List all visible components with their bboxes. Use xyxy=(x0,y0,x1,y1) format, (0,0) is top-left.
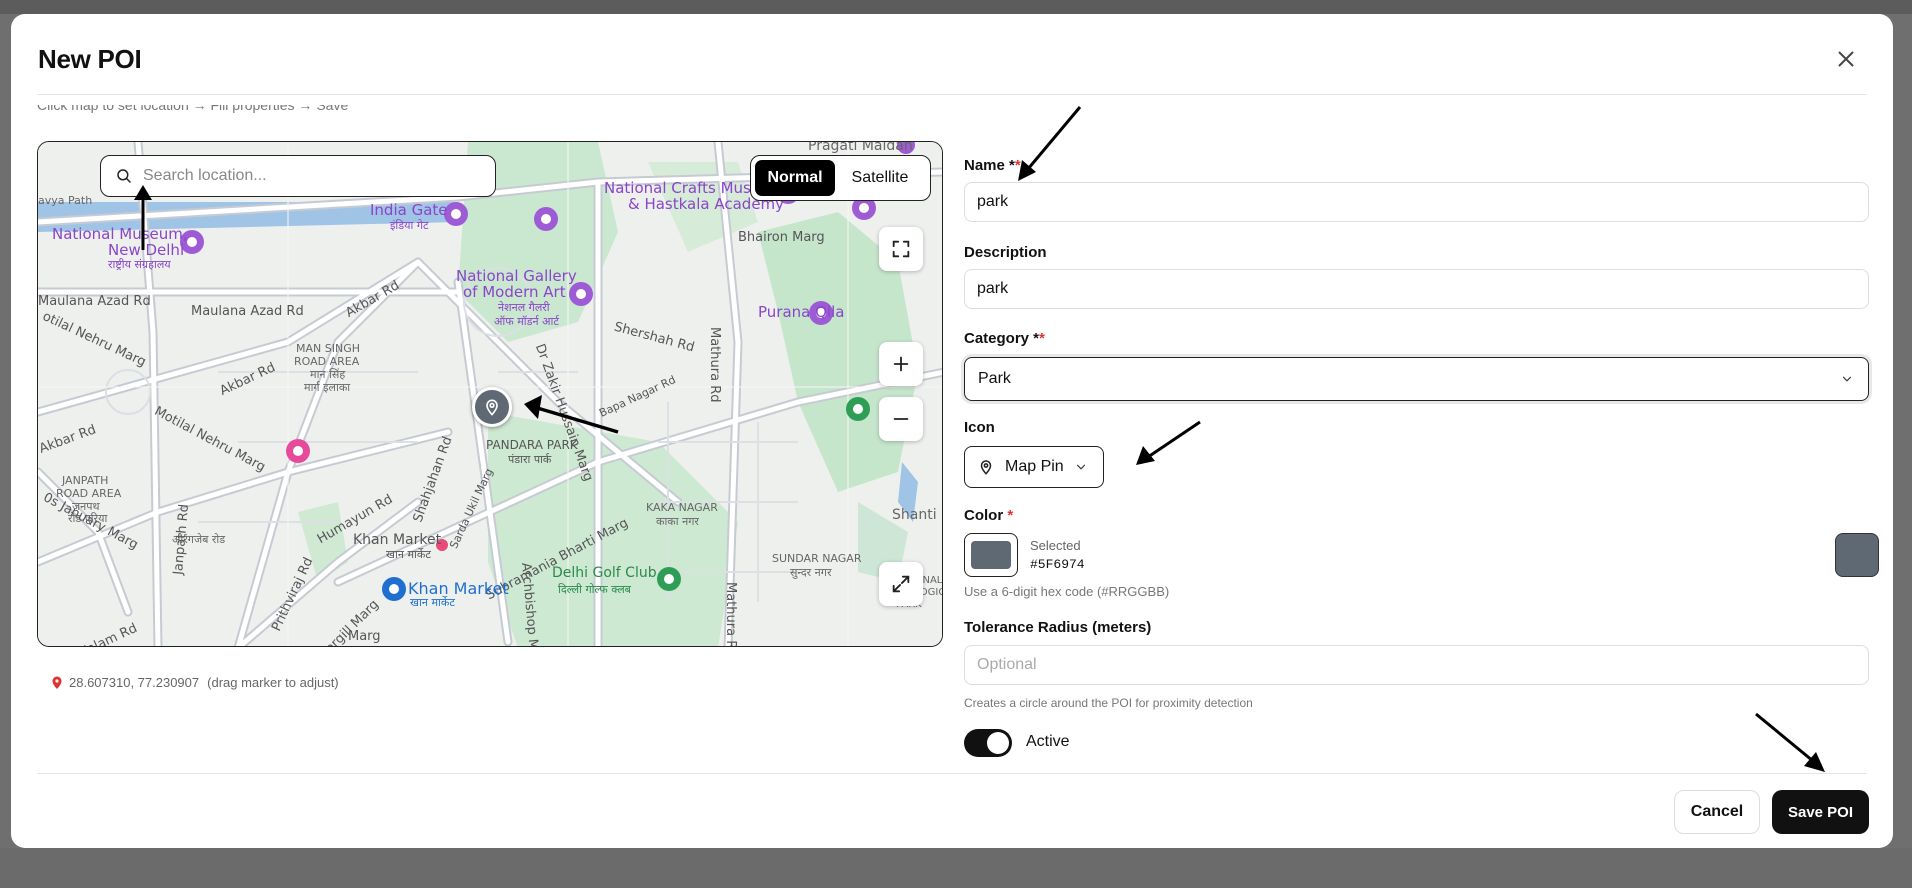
coordinates-hint: (drag marker to adjust) xyxy=(207,675,339,690)
map-label: इंडिया गेट xyxy=(390,219,429,232)
map-label: Khan Market xyxy=(353,532,442,548)
tolerance-hint: Creates a circle around the POI for prox… xyxy=(964,696,1253,710)
map-label: सुन्दर नगर xyxy=(790,566,832,579)
map-label: National Museum, xyxy=(52,225,188,243)
coordinates-value: 28.607310, 77.230907 xyxy=(69,675,200,690)
annotation-arrow xyxy=(1018,106,1082,181)
footer-divider xyxy=(37,773,1867,774)
active-toggle[interactable] xyxy=(964,729,1012,757)
map-label: Pragati Maidan xyxy=(808,141,913,154)
map-label: Mathura R xyxy=(723,582,738,647)
map-label: Maulana Azad Rd xyxy=(191,304,304,319)
description-input[interactable] xyxy=(964,269,1869,309)
plus-icon xyxy=(893,356,909,372)
map-label: JANPATH xyxy=(62,474,109,487)
color-hint: Use a 6-digit hex code (#RRGGBB) xyxy=(964,584,1170,599)
map-label: PANDARA PARK xyxy=(486,438,578,452)
category-label: Category ** xyxy=(964,330,1045,347)
expand-icon xyxy=(892,575,910,593)
icon-select[interactable]: Map Pin xyxy=(964,446,1104,488)
annotation-arrow xyxy=(1136,420,1201,465)
map-label: avya Path xyxy=(38,194,93,207)
name-input[interactable] xyxy=(964,182,1869,222)
close-icon xyxy=(1838,51,1854,67)
map-label: National Crafts Muse xyxy=(604,179,761,197)
backdrop-bottom xyxy=(0,848,1912,888)
search-icon xyxy=(117,169,131,183)
map-label: Maulana Azad Rd xyxy=(38,294,151,309)
icon-label: Icon xyxy=(964,419,995,436)
map-label: ऑफ मॉडर्न आर्ट xyxy=(494,315,559,328)
instructions-hint: Click map to set location → Fill propert… xyxy=(37,105,349,113)
color-label: Color * xyxy=(964,507,1014,524)
map-label: Bhairon Marg xyxy=(738,230,825,245)
color-selected-label: Selected xyxy=(1030,538,1081,553)
map-pin-icon xyxy=(980,460,992,475)
map-type-toggle: Normal Satellite xyxy=(750,155,931,201)
save-poi-button[interactable]: Save POI xyxy=(1772,790,1869,834)
map-view[interactable]: Pragati Maidan National Crafts Muse & Ha… xyxy=(37,141,943,647)
tolerance-label: Tolerance Radius (meters) xyxy=(964,619,1152,636)
color-hex-value: #5F6974 xyxy=(1030,557,1085,572)
map-label: New Delhi xyxy=(108,241,185,259)
map-label: दिल्ली गोल्फ क्लब xyxy=(558,583,631,596)
search-location-input[interactable] xyxy=(143,167,473,185)
map-label: काका नगर xyxy=(656,515,699,528)
map-label: India Gate xyxy=(370,201,448,219)
map-label: नेशनल गैलरी xyxy=(498,301,550,314)
map-label: Mathura Rd xyxy=(707,327,722,403)
map-label: Marg xyxy=(348,629,381,644)
active-label: Active xyxy=(1026,733,1070,750)
map-search-box[interactable] xyxy=(100,155,496,197)
map-label: खान मार्केट xyxy=(410,596,455,609)
toggle-knob xyxy=(987,732,1009,754)
fullscreen-button[interactable] xyxy=(879,227,923,271)
name-label: Name ** xyxy=(964,157,1021,174)
zoom-in-button[interactable] xyxy=(879,342,923,386)
map-label: of Modern Art xyxy=(463,283,566,301)
backdrop xyxy=(0,0,1912,14)
chevron-down-icon xyxy=(1076,464,1085,470)
chevron-down-icon xyxy=(1842,376,1852,382)
color-picker-button[interactable] xyxy=(1835,533,1879,577)
map-pin-icon xyxy=(486,399,498,416)
expand-map-button[interactable] xyxy=(879,562,923,606)
map-type-normal-button[interactable]: Normal xyxy=(755,160,835,196)
annotation-arrow xyxy=(1755,712,1825,772)
map-label: पंडारा पार्क xyxy=(508,453,552,466)
map-label: MAN SINGH xyxy=(296,342,360,355)
close-button[interactable] xyxy=(1833,46,1859,72)
fullscreen-icon xyxy=(892,240,910,258)
cancel-button[interactable]: Cancel xyxy=(1674,790,1760,834)
map-label: Purana Qila xyxy=(758,303,845,321)
map-label: मार्ग इलाका xyxy=(304,381,351,394)
header-divider xyxy=(37,94,1867,95)
color-swatch xyxy=(971,541,1011,569)
zoom-out-button[interactable] xyxy=(879,397,923,441)
minus-icon xyxy=(893,418,909,420)
icon-value: Map Pin xyxy=(1005,458,1064,475)
coordinates-readout: 28.607310, 77.230907 (drag marker to adj… xyxy=(51,675,339,690)
map-label: खान मार्केट xyxy=(386,548,431,561)
tolerance-radius-input[interactable] xyxy=(964,645,1869,685)
modal-title: New POI xyxy=(38,44,142,74)
category-value: Park xyxy=(978,370,1011,387)
poi-marker[interactable] xyxy=(472,387,512,427)
map-label: KAKA NAGAR xyxy=(646,501,718,514)
map-label: राष्ट्रीय संग्रहालय xyxy=(108,258,171,271)
color-swatch-button[interactable] xyxy=(964,533,1018,577)
map-label: Delhi Golf Club xyxy=(552,565,657,581)
category-select[interactable]: Park xyxy=(964,357,1869,401)
map-label: National Gallery xyxy=(456,267,577,285)
location-dot-icon xyxy=(52,676,62,689)
map-type-satellite-button[interactable]: Satellite xyxy=(835,160,925,196)
map-label: SUNDAR NAGAR xyxy=(772,552,862,565)
description-label: Description xyxy=(964,244,1047,261)
map-label: Shanti S xyxy=(892,507,942,523)
new-poi-modal: New POI Click map to set location → Fill… xyxy=(11,14,1893,848)
